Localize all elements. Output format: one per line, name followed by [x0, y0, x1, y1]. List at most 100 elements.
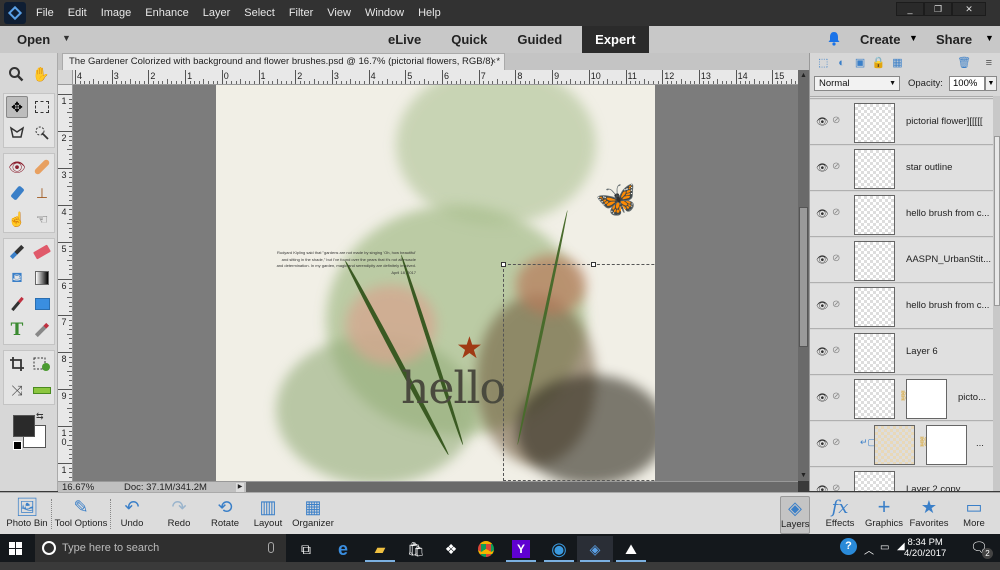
tab-expert[interactable]: Expert [582, 26, 649, 53]
chrome-icon[interactable] [468, 536, 504, 562]
photo-bin-button[interactable]: 🖼 Photo Bin [6, 496, 48, 534]
document-canvas[interactable]: ★ 🦋 Rudyard Kipling said that "gardens a… [216, 85, 655, 481]
menu-window[interactable]: Window [365, 7, 404, 19]
blend-mode-select[interactable]: Normal ▼ [814, 76, 900, 91]
menu-filter[interactable]: Filter [289, 7, 313, 19]
taskbar-search-box[interactable]: Type here to search [35, 534, 286, 562]
smudge-tool-icon[interactable]: ☜ [31, 208, 53, 230]
gradient-tool-icon[interactable] [31, 267, 53, 289]
marquee-tool-icon[interactable] [31, 96, 53, 118]
transform-bounding-box[interactable] [501, 262, 655, 481]
transform-handle[interactable] [591, 262, 596, 267]
visibility-eye-icon[interactable]: 👁 [816, 163, 829, 174]
more-button[interactable]: ▭ More [958, 496, 990, 534]
layer-row[interactable]: 👁 ⊘ ↵▢ ⛓ ... [810, 422, 993, 467]
add-mask-icon[interactable]: ▣ [854, 56, 866, 69]
layer-link-icon[interactable]: ⊘ [832, 161, 840, 172]
organizer-button[interactable]: ▦ Organizer [291, 496, 335, 534]
menu-edit[interactable]: Edit [68, 7, 87, 19]
quick-selection-tool-icon[interactable] [31, 122, 53, 144]
layer-link-icon[interactable]: ⊘ [832, 115, 840, 126]
layer-row[interactable]: 👁 ⊘ ⛓ picto... [810, 376, 993, 421]
ruler-origin[interactable] [58, 70, 73, 85]
open-dropdown-caret-icon[interactable]: ▼ [62, 33, 71, 43]
recompose-tool-icon[interactable] [31, 353, 53, 375]
thunderbird-icon[interactable]: ◉ [541, 536, 577, 562]
smart-brush-tool-icon[interactable] [6, 182, 28, 204]
visibility-eye-icon[interactable]: 👁 [816, 485, 829, 491]
visibility-eye-icon[interactable]: 👁 [816, 255, 829, 266]
opacity-field[interactable]: 100% [949, 76, 985, 91]
hand-tool-icon[interactable]: ✋ [30, 63, 52, 85]
photos-icon[interactable]: ⛰ [613, 536, 649, 562]
taskbar-clock[interactable]: 8:34 PM 4/20/2017 [904, 537, 946, 559]
menu-file[interactable]: File [36, 7, 54, 19]
photoshop-elements-taskbar-icon[interactable]: ◈ [577, 536, 613, 562]
straighten-tool-icon[interactable] [31, 379, 53, 401]
document-tab[interactable]: The Gardener Colorized with background a… [62, 53, 505, 70]
eyedropper-tool-icon[interactable] [6, 293, 28, 315]
red-eye-tool-icon[interactable]: 👁 [6, 156, 28, 178]
share-caret-icon[interactable]: ▼ [985, 33, 994, 43]
menu-layer[interactable]: Layer [203, 7, 231, 19]
canvas-vertical-scrollbar[interactable]: ▲ ▼ [798, 70, 809, 481]
layer-link-icon[interactable]: ⊘ [832, 483, 840, 491]
type-tool-icon[interactable]: T [6, 319, 28, 341]
move-tool-icon[interactable]: ✥ [6, 96, 28, 118]
create-button[interactable]: Create [860, 32, 900, 47]
file-explorer-icon[interactable]: ▰ [362, 536, 398, 562]
spot-healing-tool-icon[interactable] [31, 156, 53, 178]
microphone-icon[interactable] [268, 542, 274, 553]
task-view-icon[interactable]: ⧉ [288, 536, 324, 562]
create-caret-icon[interactable]: ▼ [909, 33, 918, 43]
pencil-tool-icon[interactable] [31, 319, 53, 341]
layers-button[interactable]: ◈ Layers [780, 496, 810, 534]
visibility-eye-icon[interactable]: 👁 [816, 393, 829, 404]
adjustment-layer-icon[interactable]: ◐ [835, 56, 847, 69]
opacity-dropdown-icon[interactable]: ▼ [985, 76, 997, 91]
scroll-up-arrow-icon[interactable]: ▲ [800, 72, 807, 79]
layer-link-icon[interactable]: ⊘ [832, 437, 840, 448]
lock-transparency-icon[interactable]: ▦ [891, 56, 903, 69]
content-aware-move-tool-icon[interactable]: ⤨ [6, 379, 28, 401]
layer-mask-thumbnail[interactable] [906, 379, 947, 419]
eraser-tool-icon[interactable] [31, 241, 53, 263]
graphics-button[interactable]: + Graphics [865, 494, 903, 534]
brush-tool-icon[interactable] [6, 241, 28, 263]
layer-link-icon[interactable]: ⊘ [832, 391, 840, 402]
layer-row[interactable]: 👁 ⊘ Layer 6 [810, 330, 993, 375]
zoom-tool-icon[interactable] [5, 63, 27, 85]
close-button[interactable]: ✕ [952, 2, 986, 16]
store-icon[interactable]: 🛍 [398, 536, 434, 562]
layer-link-icon[interactable]: ⊘ [832, 299, 840, 310]
yahoo-icon[interactable]: Y [503, 536, 539, 562]
canvas-area[interactable]: ★ 🦋 Rudyard Kipling said that "gardens a… [73, 85, 798, 481]
layers-scrollbar[interactable] [993, 96, 1000, 491]
layer-link-icon[interactable]: ⊘ [832, 207, 840, 218]
effects-button[interactable]: fx Effects [824, 496, 856, 534]
panel-menu-icon[interactable]: ≡ [983, 56, 995, 69]
foreground-color-swatch[interactable] [13, 415, 35, 437]
open-button[interactable]: Open [17, 32, 50, 47]
scroll-down-arrow-icon[interactable]: ▼ [800, 472, 807, 479]
undo-button[interactable]: ↶ Undo [116, 496, 148, 534]
tab-guided[interactable]: Guided [507, 26, 572, 53]
layer-row-partial[interactable] [810, 97, 993, 99]
lock-all-icon[interactable]: 🔒 [872, 56, 886, 69]
show-hidden-icons-chevron[interactable]: ︿ [864, 542, 874, 570]
restore-button[interactable]: ❐ [924, 2, 952, 16]
tab-quick[interactable]: Quick [441, 26, 497, 53]
layer-row[interactable]: 👁 ⊘ star outline [810, 146, 993, 191]
redo-button[interactable]: ↷ Redo [163, 496, 195, 534]
favorites-button[interactable]: ★ Favorites [909, 496, 949, 534]
visibility-eye-icon[interactable]: 👁 [816, 209, 829, 220]
status-menu-arrow-icon[interactable]: ▶ [236, 483, 244, 492]
layer-mask-thumbnail[interactable] [926, 425, 967, 465]
default-colors-icon[interactable] [13, 441, 22, 450]
layout-button[interactable]: ▥ Layout [252, 496, 284, 534]
battery-icon[interactable]: ▭ [880, 542, 889, 570]
close-document-icon[interactable]: × [491, 56, 496, 66]
clone-stamp-tool-icon[interactable]: ⊥ [31, 182, 53, 204]
notification-bell-icon[interactable] [827, 31, 841, 46]
tab-elive[interactable]: eLive [378, 26, 431, 53]
